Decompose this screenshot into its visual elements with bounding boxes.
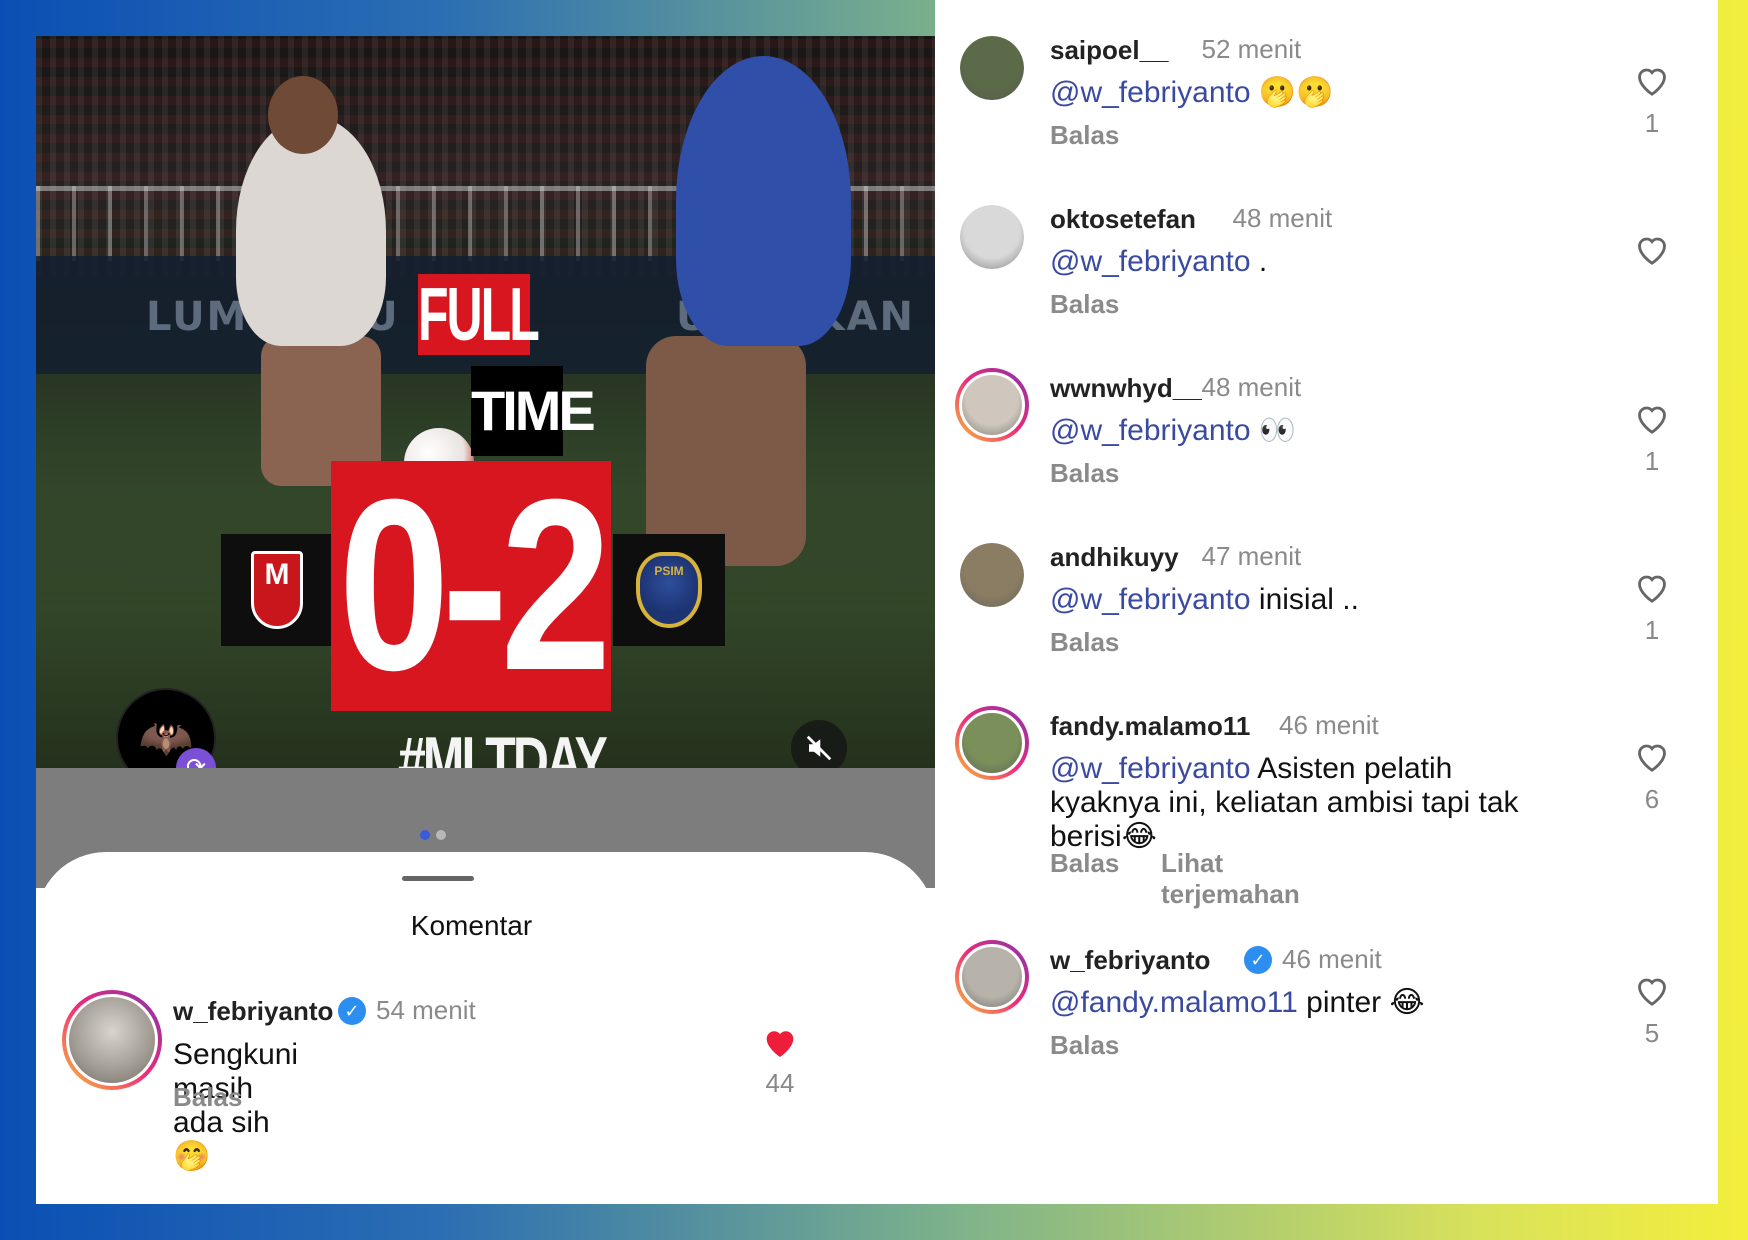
comment-time: 47 menit (1201, 541, 1302, 571)
comments-sheet: Komentar w_febriyanto ✓ 54 menit Sengkun… (36, 852, 935, 1204)
face-with-hand-emoji: 🤭 (173, 1139, 211, 1174)
avatar[interactable] (955, 706, 1029, 780)
like-count: 5 (1644, 1018, 1660, 1048)
avatar[interactable] (955, 368, 1029, 442)
comment-time: 46 menit (1279, 710, 1379, 740)
like-count: 44 (765, 1068, 795, 1098)
mention-link[interactable]: @w_febriyanto (1050, 76, 1251, 109)
avatar[interactable] (960, 36, 1024, 100)
full-label: FULL (418, 272, 540, 357)
sheet-drag-handle[interactable] (402, 876, 474, 881)
heart-filled-icon[interactable] (760, 1022, 800, 1062)
verified-badge-icon: ✓ (1244, 946, 1272, 974)
comment-text: @w_febriyanto 👀 (1050, 414, 1570, 448)
comments-list: saipoel__ 52 menit @w_febriyanto 🫢🫢 Balas 1 o… (935, 0, 1718, 1204)
avatar[interactable] (62, 990, 162, 1090)
reply-button[interactable]: Balas (1050, 458, 1119, 489)
verified-badge-icon: ✓ (338, 997, 366, 1025)
away-team-logo: PSIM (613, 534, 725, 646)
see-translation-button[interactable]: Lihat terjemahan (1161, 848, 1300, 910)
heart-outline-icon[interactable] (1632, 60, 1672, 100)
post-panel: LUM MALU UNG IKAN KU FULL TIME M 0-2 PSI… (36, 36, 935, 1204)
comment-text: @w_febriyanto . (1050, 245, 1570, 279)
comment-text: @w_febriyanto inisial .. (1050, 583, 1570, 617)
heart-outline-icon[interactable] (1632, 970, 1672, 1010)
heart-outline-icon[interactable] (1632, 229, 1672, 269)
like-count: 1 (1644, 446, 1660, 476)
final-score: 0-2 (338, 449, 611, 722)
mention-link[interactable]: @w_febriyanto (1050, 245, 1251, 278)
reply-button[interactable]: Balas (1050, 848, 1119, 879)
comment-username[interactable]: saipoel__ (1050, 35, 1169, 66)
comment-body: inisial .. (1250, 583, 1359, 616)
comment-body: 👀 (1250, 414, 1297, 447)
speaker-muted-icon (806, 735, 832, 761)
carousel-dot-active[interactable] (420, 830, 430, 840)
like-count: 1 (1644, 615, 1660, 645)
like-count: 6 (1644, 784, 1660, 814)
reply-button[interactable]: Balas (173, 1082, 242, 1113)
avatar[interactable] (960, 205, 1024, 269)
reply-button[interactable]: Balas (1050, 627, 1119, 658)
comment-body: . (1250, 245, 1268, 278)
reply-button[interactable]: Balas (1050, 120, 1119, 151)
mention-link[interactable]: @fandy.malamo11 (1050, 986, 1298, 1019)
home-team-logo: M (221, 534, 333, 646)
comment-username[interactable]: wwnwhyd__ (1050, 373, 1202, 404)
comment-text: @w_febriyanto 🫢🫢 (1050, 76, 1570, 110)
psim-crest: PSIM (636, 552, 702, 628)
like-count: 1 (1644, 108, 1660, 138)
post-image[interactable]: LUM MALU UNG IKAN KU FULL TIME M 0-2 PSI… (36, 36, 935, 859)
comment-text: @w_febriyanto Asisten pelatih kyaknya in… (1050, 752, 1570, 854)
comment-time: 48 menit (1201, 372, 1302, 402)
carousel-indicator (420, 830, 446, 840)
heart-outline-icon[interactable] (1632, 736, 1672, 776)
comment-username[interactable]: w_febriyanto (173, 996, 333, 1027)
comment-body: pinter 😂 (1297, 986, 1425, 1019)
reply-button[interactable]: Balas (1050, 289, 1119, 320)
comment-time: 46 menit (1282, 944, 1382, 974)
comment-body: 🫢🫢 (1250, 76, 1334, 109)
comment-text: @fandy.malamo11 pinter 😂 (1050, 986, 1570, 1020)
comment-time: 54 menit (376, 995, 476, 1025)
comment-time: 48 menit (1232, 203, 1333, 233)
comment-username[interactable]: oktosetefan (1050, 204, 1196, 235)
heart-outline-icon[interactable] (1632, 567, 1672, 607)
reply-button[interactable]: Balas (1050, 1030, 1119, 1061)
mention-link[interactable]: @w_febriyanto (1050, 414, 1251, 447)
comment-time: 52 menit (1201, 34, 1302, 64)
comment-username[interactable]: andhikuyy (1050, 542, 1179, 573)
heart-outline-icon[interactable] (1632, 398, 1672, 438)
sheet-title: Komentar (410, 910, 533, 941)
score-box: 0-2 (331, 449, 612, 722)
malut-united-crest: M (251, 551, 303, 629)
time-label: TIME (471, 366, 596, 456)
comment-username[interactable]: w_febriyanto (1050, 945, 1210, 976)
comment-username[interactable]: fandy.malamo11 (1050, 711, 1250, 742)
player-blue (676, 56, 851, 346)
player-red-head (268, 76, 338, 154)
avatar[interactable] (955, 940, 1029, 1014)
mention-link[interactable]: @w_febriyanto (1050, 752, 1251, 785)
carousel-dot[interactable] (436, 830, 446, 840)
player-blue-legs (646, 336, 806, 566)
mention-link[interactable]: @w_febriyanto (1050, 583, 1251, 616)
avatar[interactable] (960, 543, 1024, 607)
